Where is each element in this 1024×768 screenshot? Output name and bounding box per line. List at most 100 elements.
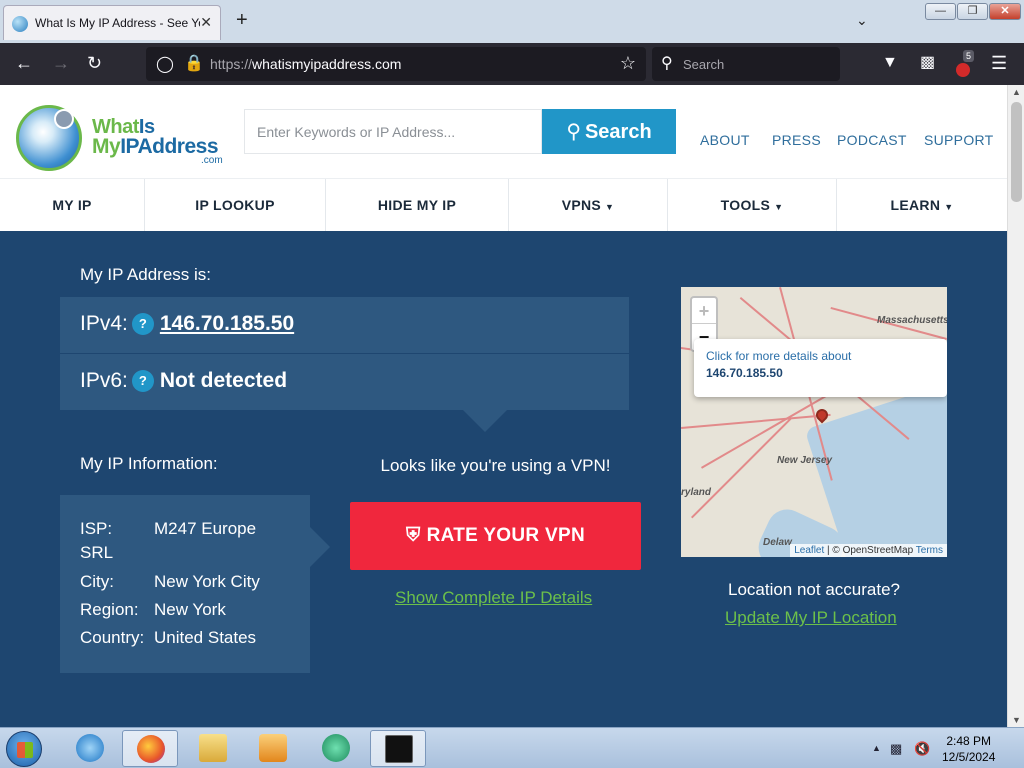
bookmark-star-icon[interactable]: ☆ (620, 53, 636, 74)
ipv6-label: IPv6: (80, 369, 128, 392)
region-value: New York (154, 600, 226, 619)
tracking-shield-icon[interactable]: ◯ (156, 54, 174, 74)
nav-hide-my-ip[interactable]: HIDE MY IP (326, 179, 509, 232)
map-label-maryland: ryland (681, 487, 712, 498)
shield-icon: ⛨ (406, 525, 421, 546)
search-icon: ⚲ (566, 121, 581, 143)
extensions-puzzle-icon[interactable]: ▩ (920, 53, 935, 73)
ip-search-input[interactable] (244, 109, 542, 154)
reload-icon[interactable]: ↻ (87, 53, 102, 73)
taskbar-file-explorer[interactable] (185, 730, 241, 767)
address-bar[interactable]: ◯ 🔒 https://whatismyipaddress.com ☆ (146, 47, 646, 81)
lock-icon[interactable]: 🔒 (184, 53, 204, 73)
close-window-button[interactable]: ✕ (989, 3, 1021, 20)
link-press[interactable]: PRESS (772, 132, 821, 148)
ipv4-line: IPv4:? 146.70.185.50 (80, 312, 294, 336)
url-host: whatismyipaddress.com (252, 56, 402, 72)
taskbar-firefox[interactable] (122, 730, 178, 767)
map-road (691, 418, 792, 519)
web-page: WhatIs MyIPAddress .com ⚲Search ABOUT PR… (0, 85, 1007, 727)
back-arrow-icon[interactable]: ← (15, 53, 33, 73)
show-hidden-icons-arrow[interactable]: ▲ (872, 743, 881, 753)
link-podcast[interactable]: PODCAST (837, 132, 907, 148)
location-pin-logo-icon (54, 109, 74, 129)
map-label-delaware: Delaw (763, 537, 792, 548)
new-tab-button[interactable]: + (236, 10, 248, 30)
country-key: Country: (80, 628, 145, 647)
location-map[interactable]: Massachusetts New Jersey ryland Delaw + … (681, 287, 947, 557)
minimize-button[interactable]: — (925, 3, 956, 20)
taskbar-command-prompt[interactable] (370, 730, 426, 767)
terms-link[interactable]: Terms (916, 545, 943, 556)
taskbar-app[interactable] (308, 730, 364, 767)
network-icon[interactable]: ▩ (890, 741, 902, 757)
map-popup[interactable]: Click for more details about 146.70.185.… (694, 339, 947, 397)
nav-tools[interactable]: TOOLS ▼ (668, 179, 837, 232)
ipv4-label: IPv4: (80, 312, 128, 335)
taskbar-media-player[interactable] (245, 730, 301, 767)
update-location-link[interactable]: Update My IP Location (725, 608, 897, 628)
system-clock[interactable]: 2:48 PM 12/5/2024 (942, 733, 995, 765)
isp-value-2: SRL (80, 543, 114, 562)
scroll-up-arrow-icon[interactable]: ▲ (1012, 87, 1021, 97)
ipv6-line: IPv6:? Not detected (80, 369, 287, 393)
city-key: City: (80, 572, 114, 591)
search-button-label: Search (584, 121, 652, 143)
list-tabs-chevron-icon[interactable]: ⌄ (856, 12, 868, 29)
menu-hamburger-icon[interactable]: ☰ (991, 53, 1007, 73)
ip-info-panel: ISP: M247 Europe SRL City: New York City… (60, 495, 310, 673)
search-button[interactable]: ⚲ Search (542, 109, 676, 154)
nav-vpns[interactable]: VPNS ▼ (509, 179, 668, 232)
map-road (681, 413, 831, 429)
close-tab-icon[interactable]: ✕ (200, 14, 212, 31)
app-icon (322, 734, 350, 762)
leaflet-link[interactable]: Leaflet (794, 545, 824, 556)
info-panel-arrow (310, 527, 330, 567)
windows-logo-icon (17, 742, 33, 758)
logo-text-line2: MyIPAddress (92, 135, 219, 158)
volume-muted-icon[interactable]: 🔇 (914, 741, 930, 757)
popup-text: Click for more details about (706, 349, 852, 363)
nav-my-ip[interactable]: MY IP (0, 179, 145, 232)
rate-your-vpn-button[interactable]: ⛨ RATE YOUR VPN (350, 502, 641, 570)
browser-tab[interactable]: What Is My IP Address - See Your ✕ (3, 5, 221, 40)
zoom-in-button[interactable]: + (692, 298, 716, 324)
location-accuracy-text: Location not accurate? (727, 580, 900, 599)
nav-learn[interactable]: LEARN ▼ (837, 179, 1007, 232)
ipv6-help-icon[interactable]: ? (131, 370, 154, 392)
pocket-icon[interactable]: ▼ (882, 53, 898, 73)
browser-search-box[interactable]: ⚲ Search (652, 47, 840, 81)
caret-down-icon: ▼ (774, 202, 784, 212)
nav-ip-lookup[interactable]: IP LOOKUP (145, 179, 326, 232)
isp-row: ISP: M247 Europe SRL (80, 519, 300, 565)
ipv4-value[interactable]: 146.70.185.50 (160, 312, 294, 335)
terminal-icon (385, 735, 413, 763)
rate-button-label: RATE YOUR VPN (426, 525, 585, 546)
scrollbar-thumb[interactable] (1011, 102, 1022, 202)
osm-attribution: | © OpenStreetMap (824, 545, 916, 556)
browser-search-placeholder: Search (683, 57, 725, 72)
isp-value-1: M247 Europe (154, 519, 257, 538)
clock-date: 12/5/2024 (942, 750, 996, 764)
vpn-detected-text: Looks like you're using a VPN! (380, 456, 611, 475)
country-value: United States (154, 628, 257, 647)
page-scrollbar[interactable]: ▲ ▼ (1007, 85, 1024, 727)
ip-box-pointer (463, 410, 507, 432)
forward-arrow-icon[interactable]: → (52, 53, 70, 73)
tab-title: What Is My IP Address - See Your (35, 16, 200, 30)
url-text[interactable]: https://whatismyipaddress.com (210, 56, 401, 72)
media-player-icon (259, 734, 287, 762)
clock-time: 2:48 PM (946, 734, 992, 748)
taskbar-internet-explorer[interactable] (62, 730, 118, 767)
caret-down-icon: ▼ (944, 202, 954, 212)
start-button[interactable] (6, 731, 42, 767)
ipv4-help-icon[interactable]: ? (131, 313, 154, 335)
maximize-button[interactable]: ❐ (957, 3, 988, 20)
link-about[interactable]: ABOUT (700, 132, 750, 148)
search-icon: ⚲ (661, 55, 673, 72)
site-logo[interactable]: WhatIs MyIPAddress .com (16, 105, 226, 175)
show-ip-details-link[interactable]: Show Complete IP Details (395, 588, 592, 608)
link-support[interactable]: SUPPORT (924, 132, 994, 148)
ublock-extension-icon[interactable] (956, 63, 970, 77)
scroll-down-arrow-icon[interactable]: ▼ (1012, 715, 1021, 725)
